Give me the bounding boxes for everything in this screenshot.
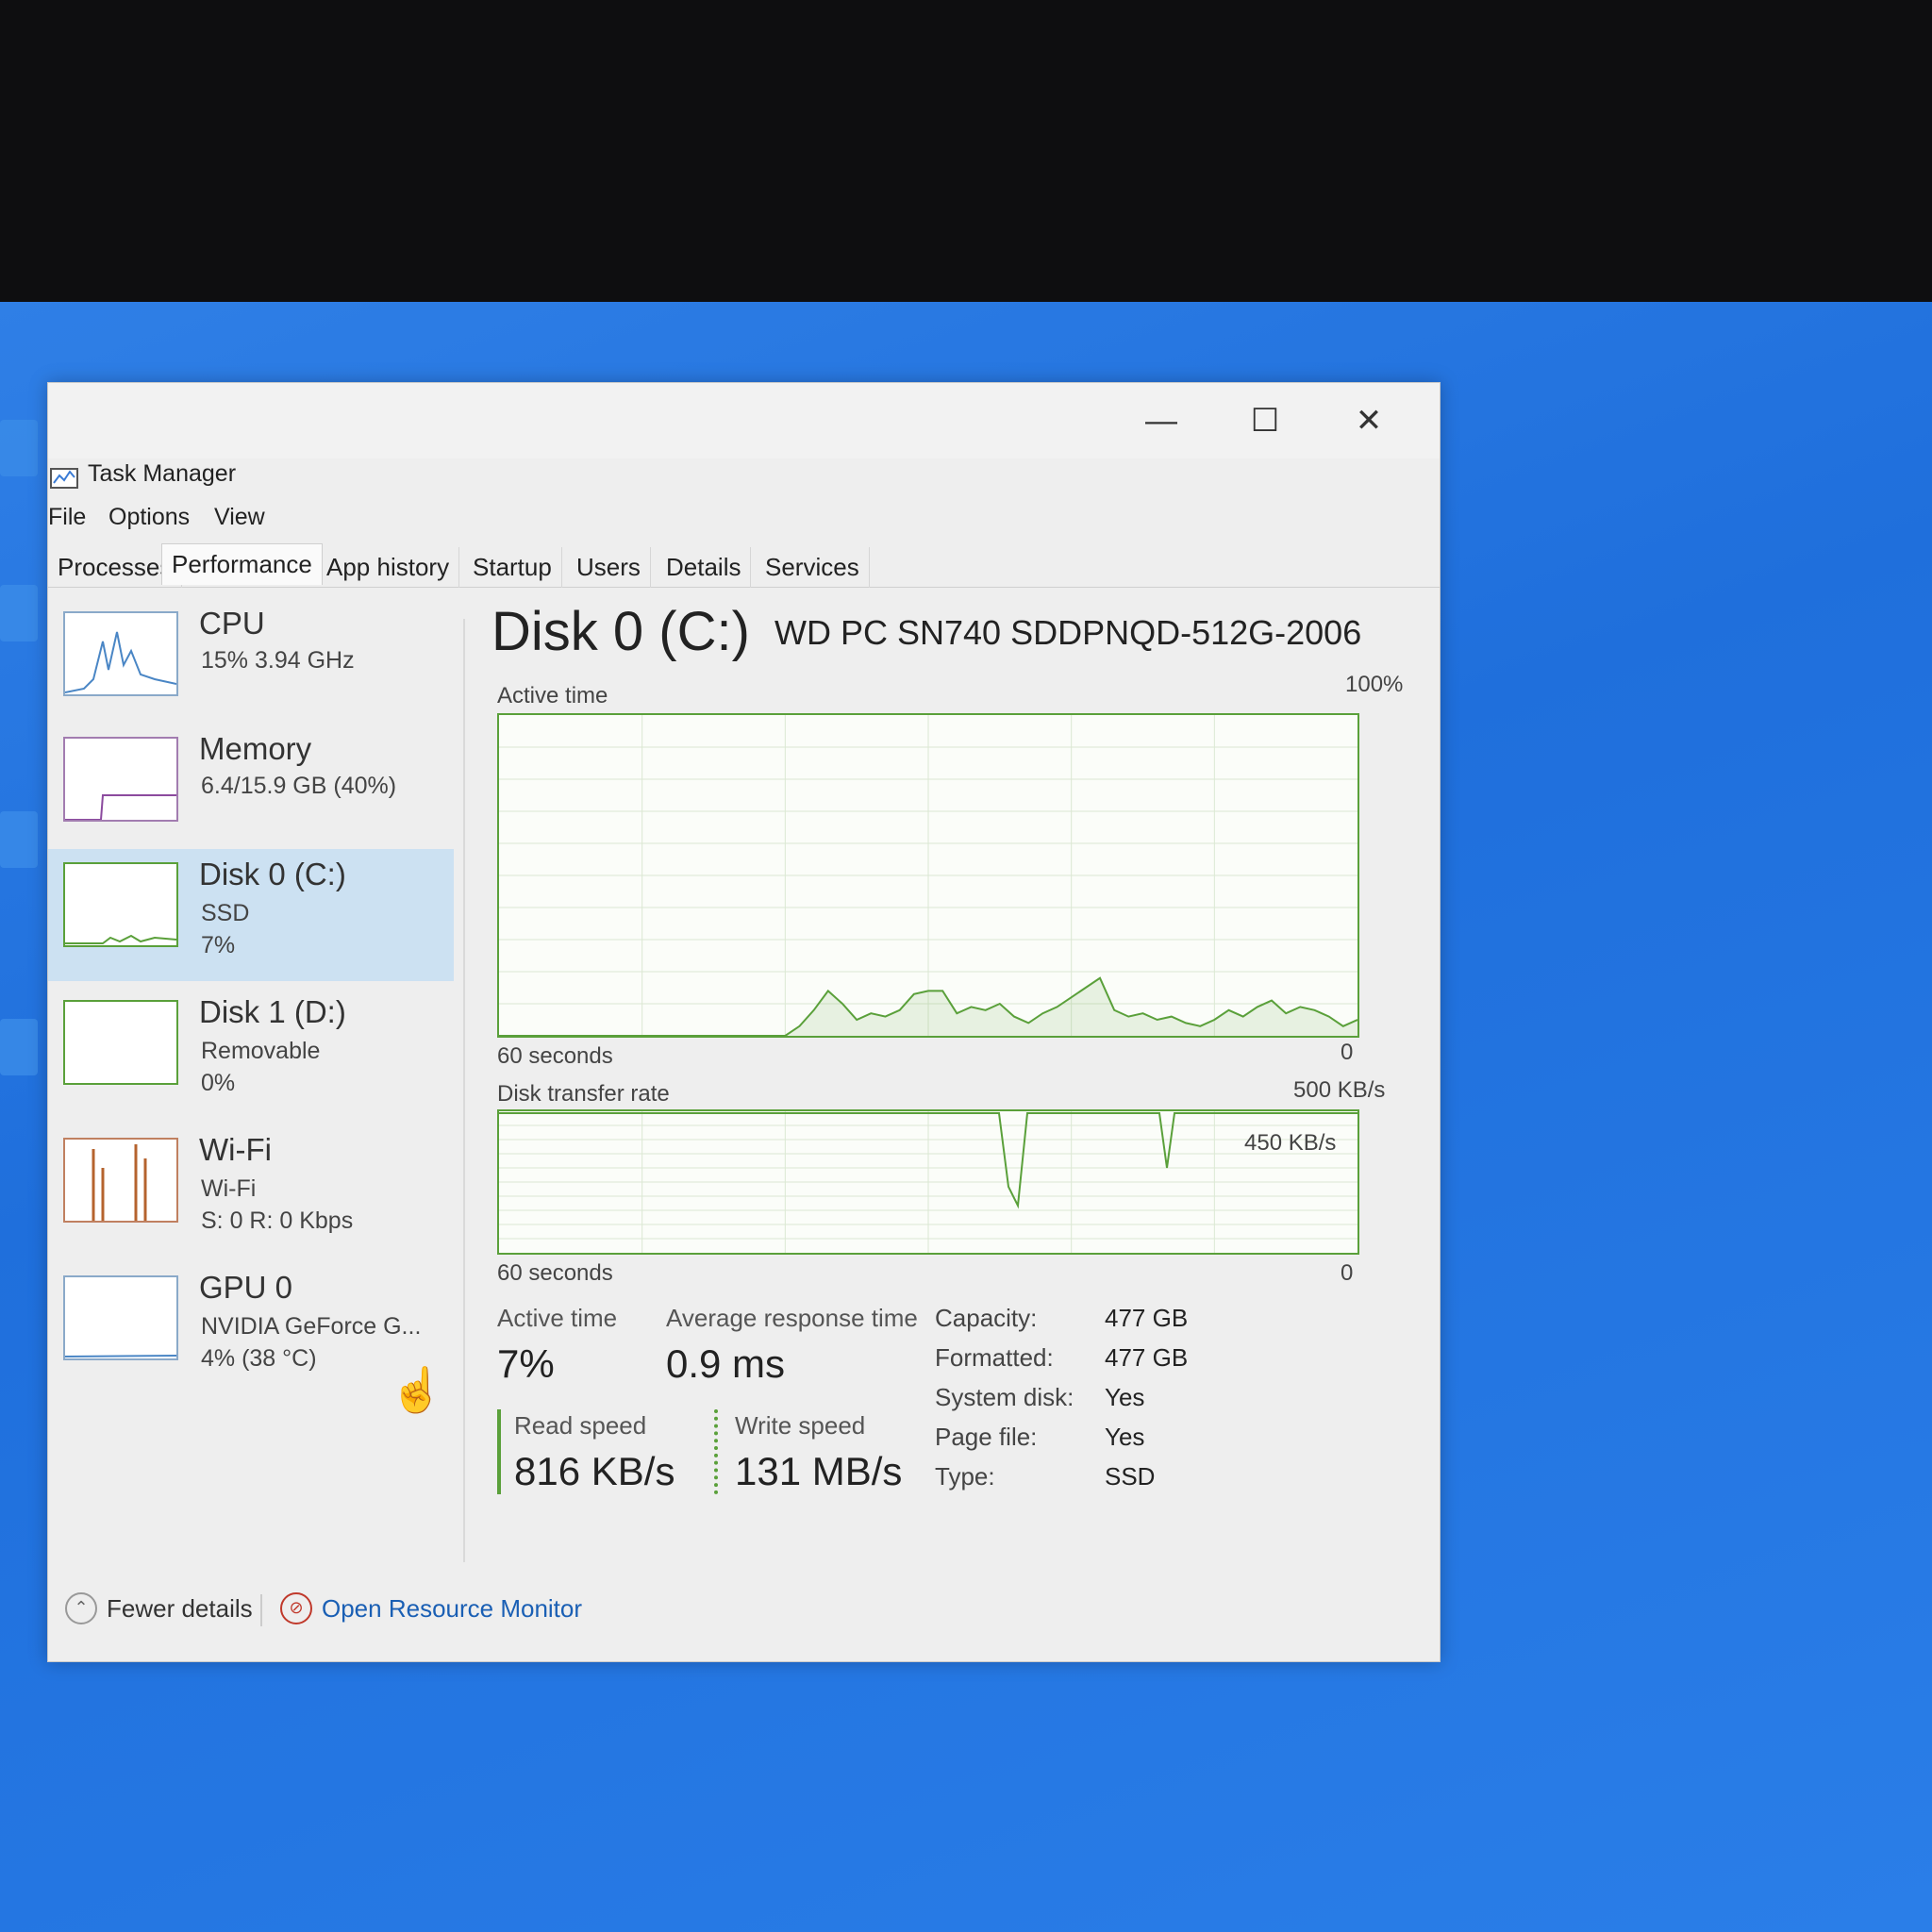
maximize-button[interactable]: ☐: [1237, 397, 1293, 444]
disk-title: Disk 0 (C:): [491, 601, 750, 662]
capacity-label: Capacity:: [935, 1304, 1038, 1332]
formatted-value: 477 GB: [1105, 1343, 1189, 1372]
active-time-label: Active time: [497, 1304, 618, 1332]
window-title: Task Manager: [88, 460, 237, 487]
tab-strip: Processes Performance App history Startu…: [48, 541, 1440, 588]
transfer-rate-graph-label: Disk transfer rate: [497, 1081, 670, 1107]
system-disk-value: Yes: [1105, 1383, 1145, 1411]
tab-performance[interactable]: Performance: [161, 543, 323, 585]
active-time-graph-xlabel: 60 seconds: [497, 1043, 613, 1069]
type-value: SSD: [1105, 1462, 1156, 1491]
sidebar-item-label: Wi-Fi: [199, 1132, 272, 1167]
system-disk-label: System disk:: [935, 1383, 1074, 1411]
tab-app-history[interactable]: App history: [317, 547, 460, 588]
read-speed-value: 816 KB/s: [514, 1449, 675, 1493]
sidebar-item-adapter: Wi-Fi: [201, 1175, 257, 1202]
sidebar-item-type: Removable: [201, 1038, 321, 1064]
active-time-value: 7%: [497, 1341, 555, 1386]
menu-options[interactable]: Options: [108, 504, 190, 531]
disk-model: WD PC SN740 SDDPNQD-512G-2006: [774, 613, 1362, 652]
sidebar-item-usage: 7%: [201, 932, 236, 958]
resource-monitor-icon[interactable]: ⊘: [280, 1592, 312, 1624]
disk0-thumbnail-graph: [63, 862, 178, 947]
tab-details[interactable]: Details: [657, 547, 752, 588]
read-speed-label: Read speed: [514, 1411, 647, 1440]
transfer-rate-graph-max: 500 KB/s: [1293, 1077, 1386, 1103]
disk-detail-panel: Disk 0 (C:) WD PC SN740 SDDPNQD-512G-200…: [491, 600, 1416, 1543]
sidebar-item-usage: 0%: [201, 1070, 236, 1096]
memory-thumbnail-graph: [63, 737, 178, 822]
open-resource-monitor-link[interactable]: Open Resource Monitor: [322, 1594, 582, 1624]
sidebar-item-model: NVIDIA GeForce G...: [201, 1313, 422, 1340]
sidebar-item-label: CPU: [199, 606, 265, 641]
response-time-label: Average response time: [666, 1304, 918, 1332]
disk1-thumbnail-graph: [63, 1000, 178, 1085]
background-dark-band: [0, 0, 1932, 311]
active-time-graph-max: 100%: [1345, 672, 1404, 697]
fewer-details-link[interactable]: Fewer details: [107, 1594, 253, 1624]
menu-file[interactable]: File: [48, 504, 86, 531]
sidebar-item-type: SSD: [201, 900, 250, 926]
title-bar: [48, 383, 1440, 458]
write-speed-marker: [714, 1409, 718, 1494]
sidebar-item-throughput: S: 0 R: 0 Kbps: [201, 1208, 354, 1234]
sidebar-item-label: Disk 0 (C:): [199, 857, 346, 891]
close-button[interactable]: ✕: [1341, 397, 1397, 444]
sidebar-item-label: GPU 0: [199, 1270, 293, 1305]
transfer-rate-graph: 450 KB/s: [497, 1109, 1359, 1255]
active-time-graph-canvas: [499, 715, 1357, 1036]
footer-bar: ⌃ Fewer details ⊘ Open Resource Monitor: [48, 1581, 1440, 1638]
transfer-rate-graph-min: 0: [1341, 1260, 1354, 1286]
panel-divider: [463, 619, 465, 1562]
minimize-button[interactable]: —: [1133, 397, 1190, 444]
page-file-label: Page file:: [935, 1423, 1038, 1451]
sidebar-item-disk0[interactable]: Disk 0 (C:) SSD 7%: [48, 849, 454, 981]
gpu-thumbnail-graph: [63, 1275, 178, 1360]
formatted-label: Formatted:: [935, 1343, 1054, 1372]
sidebar-item-memory[interactable]: Memory 6.4/15.9 GB (40%): [48, 724, 454, 856]
task-manager-window: Task Manager — ☐ ✕ File Options View Pro…: [47, 382, 1441, 1662]
sidebar-item-label: Memory: [199, 731, 312, 766]
tab-services[interactable]: Services: [756, 547, 870, 588]
active-time-graph: [497, 713, 1359, 1038]
tab-startup[interactable]: Startup: [463, 547, 562, 588]
edge-icon[interactable]: [0, 585, 38, 641]
page-file-value: Yes: [1105, 1423, 1145, 1451]
type-label: Type:: [935, 1462, 995, 1491]
task-manager-icon: [50, 468, 78, 489]
chevron-up-icon[interactable]: ⌃: [65, 1592, 97, 1624]
sidebar-item-label: Disk 1 (D:): [199, 994, 346, 1029]
hand-cursor-icon: ☝: [390, 1365, 444, 1414]
steam-icon[interactable]: [0, 811, 38, 868]
sidebar-item-disk1[interactable]: Disk 1 (D:) Removable 0%: [48, 987, 454, 1119]
3d-app-icon[interactable]: [0, 1019, 38, 1075]
write-speed-value: 131 MB/s: [735, 1449, 903, 1493]
write-speed-label: Write speed: [735, 1411, 866, 1440]
read-speed-marker: [497, 1409, 501, 1494]
sidebar-item-wifi[interactable]: Wi-Fi Wi-Fi S: 0 R: 0 Kbps: [48, 1124, 454, 1257]
sidebar-item-detail: 15% 3.94 GHz: [201, 647, 355, 674]
tab-users[interactable]: Users: [567, 547, 651, 588]
footer-divider: [260, 1594, 262, 1626]
transfer-rate-graph-xlabel: 60 seconds: [497, 1260, 613, 1286]
cpu-thumbnail-graph: [63, 611, 178, 696]
active-time-graph-label: Active time: [497, 683, 608, 708]
menu-view[interactable]: View: [214, 504, 265, 531]
response-time-value: 0.9 ms: [666, 1341, 786, 1386]
sidebar-item-cpu[interactable]: CPU 15% 3.94 GHz: [48, 598, 454, 730]
wifi-thumbnail-graph: [63, 1138, 178, 1223]
sidebar-item-detail: 6.4/15.9 GB (40%): [201, 773, 397, 799]
transfer-rate-graph-canvas: [499, 1111, 1357, 1253]
transfer-rate-marker: 450 KB/s: [1244, 1130, 1337, 1156]
sidebar-item-usage: 4% (38 °C): [201, 1345, 317, 1372]
capacity-value: 477 GB: [1105, 1304, 1189, 1332]
active-time-graph-min: 0: [1341, 1040, 1354, 1065]
recycle-bin-icon[interactable]: [0, 420, 38, 476]
